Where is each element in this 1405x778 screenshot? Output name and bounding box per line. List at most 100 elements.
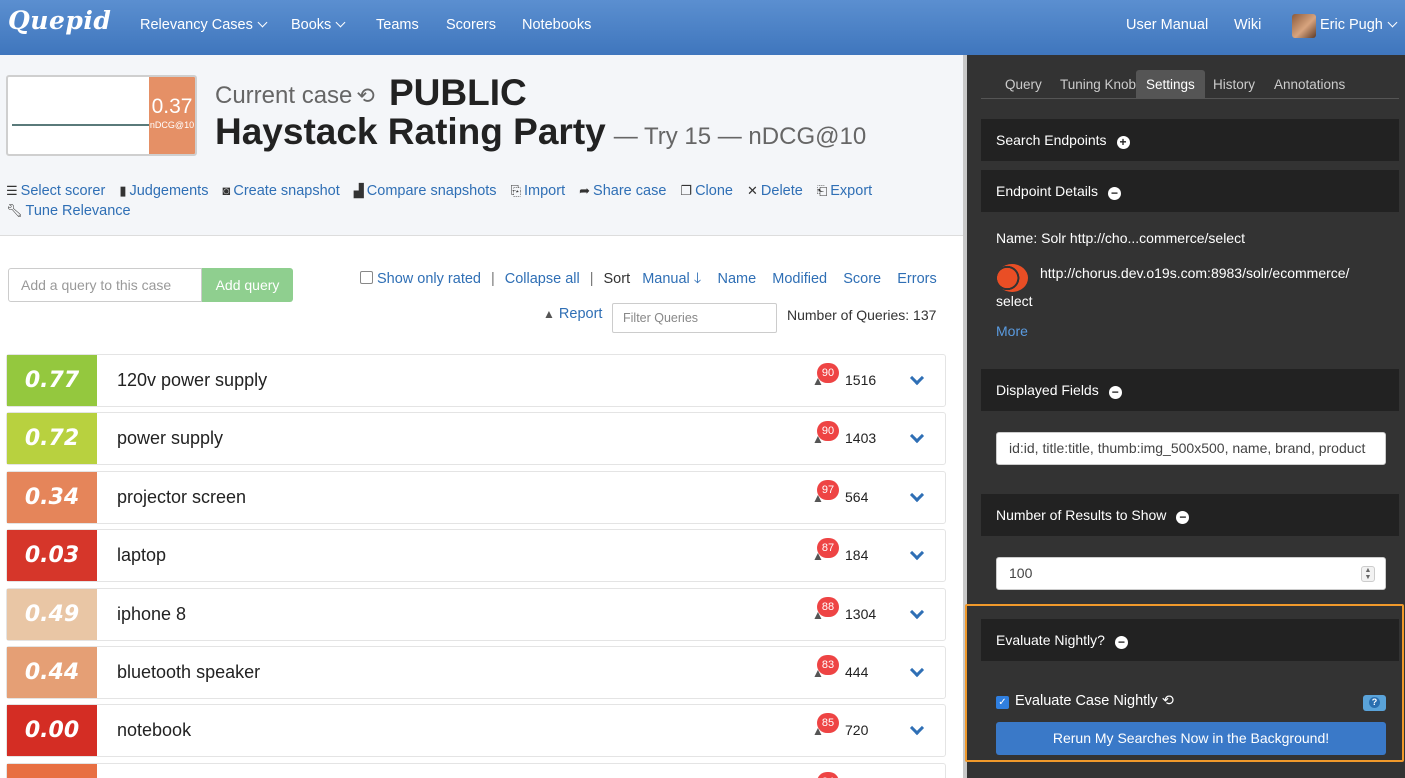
number-stepper[interactable]: ▲ ▼ xyxy=(1361,566,1375,582)
chevron-down-icon[interactable] xyxy=(909,546,925,561)
filter-queries-input[interactable]: Filter Queries xyxy=(612,303,777,333)
import-link[interactable]: ⎘ Import xyxy=(511,183,566,199)
rated-badge: ▲84 xyxy=(812,771,842,778)
clone-link[interactable]: ❐ Clone xyxy=(680,183,733,199)
judgements-link[interactable]: ▮ Judgements xyxy=(119,183,208,199)
chevron-down-icon[interactable] xyxy=(909,604,925,619)
query-row[interactable]: 0.72 power supply ▲ 90 1403 xyxy=(6,412,946,466)
nav-notebooks[interactable]: Notebooks xyxy=(522,17,591,33)
rated-count: 83 xyxy=(817,655,839,675)
query-text[interactable]: notebook xyxy=(117,705,191,756)
minus-circle-icon[interactable]: − xyxy=(1107,187,1121,200)
separator: | xyxy=(490,271,495,287)
nav-wiki[interactable]: Wiki xyxy=(1234,17,1261,33)
query-row[interactable]: 0.03 laptop ▲ 87 184 xyxy=(6,529,946,583)
search-endpoints-label: Search Endpoints xyxy=(996,132,1107,148)
sort-name-link[interactable]: Name xyxy=(717,271,756,287)
rated-badge: ▲ 83 xyxy=(812,655,842,681)
endpoint-details-header[interactable]: Endpoint Details − xyxy=(981,170,1399,212)
nav-scorers[interactable]: Scorers xyxy=(446,17,496,33)
tab-history[interactable]: History xyxy=(1203,70,1265,99)
search-endpoints-header[interactable]: Search Endpoints + xyxy=(981,119,1399,161)
query-text[interactable]: bluetooth speaker xyxy=(117,647,260,698)
chevron-down-icon[interactable] xyxy=(909,370,925,386)
endpoint-name: Name: Solr http://cho...commerce/select xyxy=(996,230,1245,246)
num-results-input[interactable]: 100 ▲ ▼ xyxy=(996,557,1386,590)
more-link[interactable]: More xyxy=(996,323,1028,339)
query-text[interactable]: laptop xyxy=(117,530,166,581)
query-text[interactable]: projector screen xyxy=(117,472,246,523)
query-text[interactable]: 120v power supply xyxy=(117,355,267,406)
tab-settings[interactable]: Settings xyxy=(1136,70,1205,99)
chevron-down-icon[interactable] xyxy=(909,429,925,444)
rated-badge: ▲ 97 xyxy=(812,479,842,506)
query-score: 0.77 xyxy=(7,355,97,406)
result-count: 1304 xyxy=(845,605,877,622)
minus-circle-icon[interactable]: − xyxy=(1176,511,1190,524)
nav-teams[interactable]: Teams xyxy=(376,17,419,33)
current-case-text: Current case xyxy=(215,82,353,109)
avatar[interactable] xyxy=(1292,14,1316,38)
query-text[interactable]: iphone 8 xyxy=(117,589,186,640)
show-only-rated-checkbox[interactable] xyxy=(360,271,373,284)
nav-books[interactable]: Books xyxy=(291,17,346,33)
sparkline-line xyxy=(12,124,152,126)
wrench-icon: 🔧︎ xyxy=(6,203,23,218)
minus-circle-icon[interactable]: − xyxy=(1108,386,1122,399)
show-only-rated-toggle[interactable]: Show only rated xyxy=(360,271,481,287)
file-import-icon: ⎘ xyxy=(510,183,521,198)
score-sparkline[interactable]: 0.37 nDCG@10 xyxy=(6,75,197,156)
displayed-fields-input[interactable]: id:id, title:title, thumb:img_500x500, n… xyxy=(996,432,1386,465)
tab-annotations[interactable]: Annotations xyxy=(1264,70,1355,99)
add-query-button[interactable]: Add query xyxy=(202,268,293,302)
tab-query[interactable]: Query xyxy=(995,70,1052,99)
create-snapshot-link[interactable]: ◙ Create snapshot xyxy=(223,183,340,199)
collapse-all-link[interactable]: Collapse all xyxy=(505,271,580,287)
query-row[interactable]: 0.44 bluetooth speaker ▲ 83 444 xyxy=(6,646,946,699)
query-row[interactable]: 0.49 iphone 8 ▲ 88 1304 xyxy=(6,587,946,641)
select-scorer-link[interactable]: ☰ Select scorer xyxy=(6,183,105,199)
sort-score-link[interactable]: Score xyxy=(843,271,881,287)
rated-badge: ▲ 87 xyxy=(812,538,842,564)
brand-logo[interactable]: Quepid xyxy=(8,6,111,35)
nav-user-menu[interactable]: Eric Pugh xyxy=(1320,17,1398,33)
case-name-text[interactable]: Haystack Rating Party xyxy=(215,111,606,152)
delete-link[interactable]: ✕ Delete xyxy=(747,183,803,199)
add-query-input[interactable]: Add a query to this case xyxy=(8,268,202,302)
query-row[interactable]: ▲84 xyxy=(6,762,946,778)
query-row[interactable]: 0.00 notebook ▲ 85 720 xyxy=(6,704,946,758)
report-link[interactable]: ▲ Report xyxy=(543,306,602,322)
case-scorer-label: nDCG@10 xyxy=(149,120,195,130)
displayed-fields-header[interactable]: Displayed Fields − xyxy=(981,369,1399,411)
nav-relevancy-cases[interactable]: Relevancy Cases xyxy=(140,17,268,33)
result-count: 564 xyxy=(845,488,869,505)
share-case-link[interactable]: ➦ Share case xyxy=(579,183,666,199)
chevron-down-icon[interactable] xyxy=(909,487,925,502)
list-icon: ☰ xyxy=(6,183,18,198)
sort-modified-link[interactable]: Modified xyxy=(772,271,827,287)
query-score: 0.00 xyxy=(7,705,97,757)
rated-count: 88 xyxy=(817,596,839,617)
tune-relevance-link[interactable]: 🔧︎ Tune Relevance xyxy=(6,203,131,219)
num-results-header[interactable]: Number of Results to Show − xyxy=(981,494,1399,536)
query-row[interactable]: 0.34 projector screen ▲ 97 564 xyxy=(6,470,946,524)
rated-count: 85 xyxy=(817,713,839,734)
chevron-down-icon[interactable] xyxy=(909,721,925,736)
query-row[interactable]: 0.77 120v power supply ▲ 90 1516 xyxy=(6,354,946,407)
sort-errors-link[interactable]: Errors xyxy=(897,271,936,287)
case-score-box: 0.37 nDCG@10 xyxy=(149,77,195,154)
delete-label: Delete xyxy=(760,183,803,199)
arrow-down-icon: 🡓 xyxy=(693,271,702,287)
endpoint-url: http://chorus.dev.o19s.com:8983/solr/eco… xyxy=(1040,265,1350,281)
compare-snapshots-link[interactable]: ▟ Compare snapshots xyxy=(354,183,497,199)
case-name-line1[interactable]: PUBLIC xyxy=(389,72,527,114)
nav-user-manual[interactable]: User Manual xyxy=(1126,17,1208,33)
plus-circle-icon[interactable]: + xyxy=(1116,136,1130,149)
sort-manual-link[interactable]: Manual 🡓 xyxy=(642,271,701,287)
query-list-options: Show only rated | Collapse all | Sort Manual… xyxy=(360,268,937,293)
bar-chart-icon: ▟ xyxy=(353,183,364,198)
query-text[interactable]: power supply xyxy=(117,413,223,464)
show-only-rated-label[interactable]: Show only rated xyxy=(377,271,481,287)
export-link[interactable]: ⎗ Export xyxy=(817,183,872,199)
chevron-down-icon[interactable] xyxy=(909,662,925,678)
